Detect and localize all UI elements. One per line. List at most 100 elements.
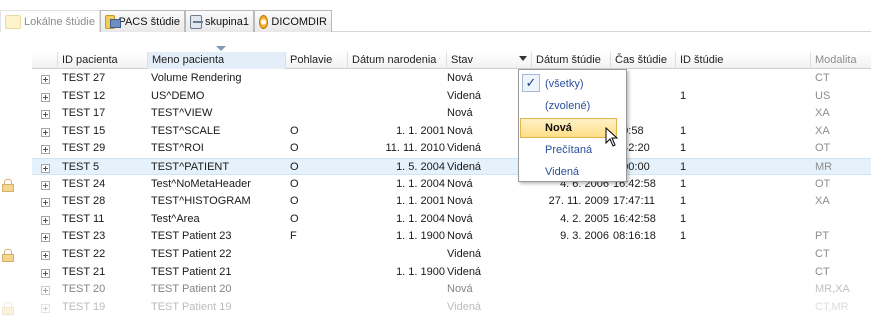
cell-sex — [290, 264, 348, 281]
table-row[interactable]: TEST 27 Volume Rendering Nová CT — [32, 70, 871, 87]
cell-name: TEST Patient 21 — [151, 265, 232, 278]
table-row[interactable]: TEST 23 TEST Patient 23 F 1. 1. 1900 Nová 9. … — [32, 228, 871, 245]
cell-study-date: 9. 3. 2006 — [560, 230, 609, 243]
cell-sex: O — [290, 212, 299, 225]
cell-dob: 1. 1. 2004 — [396, 177, 445, 190]
header-sex[interactable]: Pohlavie — [286, 52, 348, 69]
expand-row-icon[interactable] — [41, 251, 50, 260]
expand-row-icon[interactable] — [41, 92, 50, 102]
cell-study-date — [532, 299, 609, 316]
tab-local-studies[interactable]: Lokálne štúdie — [0, 10, 100, 32]
tab-pacs-studies[interactable]: PACS štúdie — [100, 10, 185, 32]
cell-dob — [348, 88, 445, 105]
table-row[interactable]: TEST 22 TEST Patient 22 Videná CT — [2, 246, 871, 263]
cell-study-id: 1 — [680, 161, 687, 173]
cell-status: Nová — [447, 177, 473, 190]
table-row[interactable]: TEST 17 TEST^VIEW Nová XA — [32, 105, 871, 122]
cell-study-id — [680, 281, 810, 298]
expand-row-icon[interactable] — [41, 145, 50, 155]
tab-bar: Lokálne štúdie PACS štúdie skupina1 DICO… — [0, 8, 871, 32]
expand-row-icon[interactable] — [41, 75, 50, 84]
cell-modality: CT,MR — [815, 300, 849, 313]
cell-id: TEST 17 — [62, 107, 106, 120]
cell-modality: XA — [815, 195, 830, 208]
cell-modality: MR — [815, 161, 833, 173]
cell-study-date: 27. 11. 2009 — [548, 195, 609, 208]
cell-sex — [290, 105, 348, 122]
expand-row-icon[interactable] — [41, 110, 50, 120]
table-row[interactable]: TEST 21 TEST Patient 21 1. 1. 1900 Videná CT — [32, 264, 871, 281]
tab-group1[interactable]: skupina1 — [185, 10, 254, 32]
cell-study-id — [680, 246, 810, 263]
cell-study-date — [532, 264, 609, 281]
filter-option-selected[interactable]: (zvolené) — [545, 96, 590, 116]
expand-row-icon[interactable] — [41, 215, 50, 225]
cell-study-id — [680, 105, 810, 122]
cell-dob — [348, 70, 445, 87]
cell-study-id: 1 — [680, 230, 687, 243]
lock-icon — [2, 249, 14, 262]
cell-study-id: 1 — [680, 177, 687, 190]
cell-name: TEST^ROI — [151, 142, 204, 155]
header-study-id[interactable]: ID štúdie — [676, 52, 811, 69]
header-expander-column — [32, 52, 58, 69]
filter-option-seen[interactable]: Videná — [545, 162, 579, 182]
expand-row-icon[interactable] — [41, 198, 50, 208]
cell-status: Videná — [447, 89, 482, 102]
table-row[interactable]: TEST 20 TEST Patient 20 Nová MR,XA — [32, 281, 871, 298]
expand-row-icon[interactable] — [41, 164, 50, 173]
cell-study-date: 4. 2. 2005 — [560, 212, 609, 225]
filter-dropdown-icon[interactable] — [519, 56, 527, 61]
cell-study-id: 1 — [680, 89, 687, 102]
table-row[interactable]: TEST 12 US^DEMO Videná 1 US — [32, 88, 871, 105]
cell-study-id — [680, 70, 810, 87]
cell-name: Test^Area — [151, 212, 200, 225]
expand-row-icon[interactable] — [41, 303, 50, 313]
cell-id: TEST 19 — [62, 300, 106, 313]
header-modality[interactable]: Modalita — [811, 52, 871, 69]
cell-dob: 1. 5. 2004 — [396, 161, 445, 173]
header-study-date[interactable]: Dátum štúdie — [532, 52, 611, 69]
cell-status: Nová — [447, 283, 473, 296]
cell-study-date — [532, 246, 609, 263]
cell-status: Videná — [447, 142, 482, 155]
cell-modality: XA — [815, 107, 830, 120]
header-status[interactable]: Stav — [447, 52, 532, 69]
cell-sex: O — [290, 142, 299, 155]
cell-status: Nová — [447, 212, 473, 225]
table-row[interactable]: TEST 11 Test^Area O 1. 1. 2004 Nová 4. 2. 200… — [32, 211, 871, 228]
expand-row-icon[interactable] — [41, 233, 50, 243]
table-row[interactable]: TEST 24 Test^NoMetaHeader O 1. 1. 2004 Nová 4… — [2, 176, 871, 193]
table-row[interactable]: TEST 29 TEST^ROI O 11. 11. 2010 Videná 2:42:2… — [32, 140, 871, 157]
filter-option-all[interactable]: (všetky) — [545, 74, 584, 94]
checkmark-icon: ✓ — [522, 74, 540, 92]
cell-name: TEST^PATIENT — [151, 161, 230, 173]
cell-dob — [348, 299, 445, 316]
cell-name: Test^NoMetaHeader — [151, 177, 251, 190]
cell-status: Videná — [447, 161, 482, 173]
table-header: ID pacienta Meno pacienta Pohlavie Dátum… — [32, 46, 871, 69]
expand-row-icon[interactable] — [41, 286, 50, 296]
table-row[interactable]: TEST 19 TEST Patient 19 Videná CT,MR — [2, 299, 871, 316]
cell-study-id: 1 — [680, 124, 687, 137]
cell-study-time — [613, 281, 675, 298]
expand-row-icon[interactable] — [41, 180, 50, 190]
header-patient-id[interactable]: ID pacienta — [58, 52, 148, 69]
expand-row-icon[interactable] — [41, 127, 50, 137]
expand-row-icon[interactable] — [41, 268, 50, 278]
table-row[interactable]: TEST 5 TEST^PATIENT O 1. 5. 2004 Videná 2:00:… — [32, 158, 871, 175]
cell-status: Nová — [447, 124, 473, 137]
header-label: Stav — [451, 54, 474, 66]
cell-modality: PT — [815, 230, 830, 243]
header-patient-name[interactable]: Meno pacienta — [148, 46, 286, 69]
header-study-time[interactable]: Čas štúdie — [611, 52, 676, 69]
header-birth-date[interactable]: Dátum narodenia — [348, 52, 447, 69]
tab-dicomdir[interactable]: DICOMDIR — [254, 10, 332, 32]
filter-option-new[interactable]: Nová — [545, 118, 572, 138]
tab-label: Lokálne štúdie — [24, 15, 95, 28]
cell-modality: CT — [815, 265, 830, 278]
cell-dob — [348, 105, 445, 122]
filter-option-read[interactable]: Prečítaná — [545, 140, 592, 160]
table-row[interactable]: TEST 15 TEST^SCALE O 1. 1. 2001 Nová:20:58 1 X… — [32, 123, 871, 140]
table-row[interactable]: TEST 28 TEST^HISTOGRAM O 1. 1. 2001 Nová 27. … — [32, 193, 871, 210]
